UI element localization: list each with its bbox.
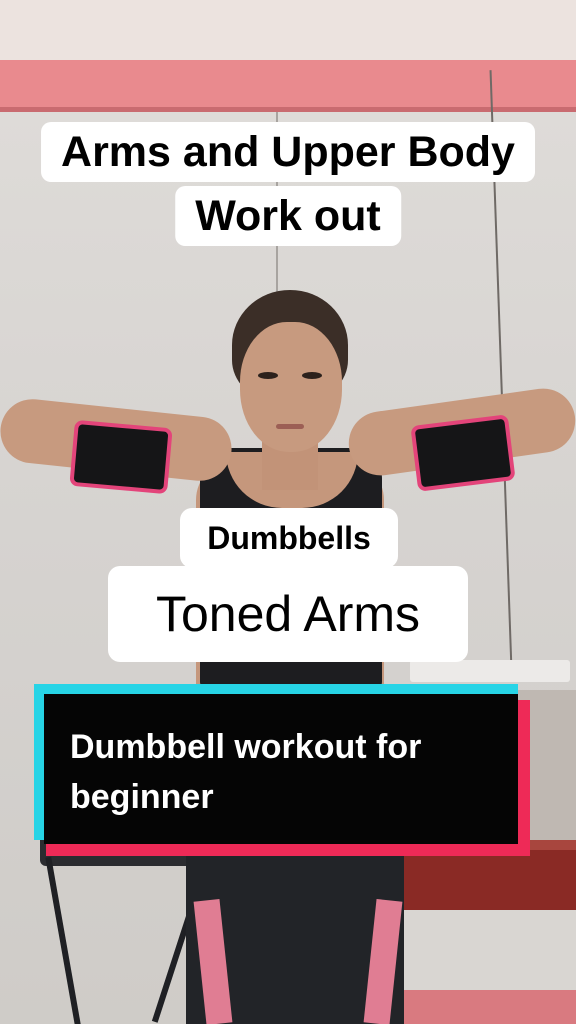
person-face [240,322,342,452]
toned-arms-label: Toned Arms [108,566,468,662]
sticker-text: Dumbbell workout for beginner [70,728,422,816]
title-caption-line2: Work out [175,186,401,246]
ceiling [0,0,576,62]
background-router [410,660,570,682]
title-caption-line1: Arms and Upper Body [41,122,535,182]
dumbbells-label: Dumbbells [180,508,398,568]
person-mouth [276,424,304,429]
person-right-eye [302,372,322,379]
sticker-caption: Dumbbell workout for beginner [34,684,530,856]
floor-pink-trim [380,990,576,1024]
right-armband [410,414,516,492]
person-left-eye [258,372,278,379]
left-armband [69,419,173,495]
